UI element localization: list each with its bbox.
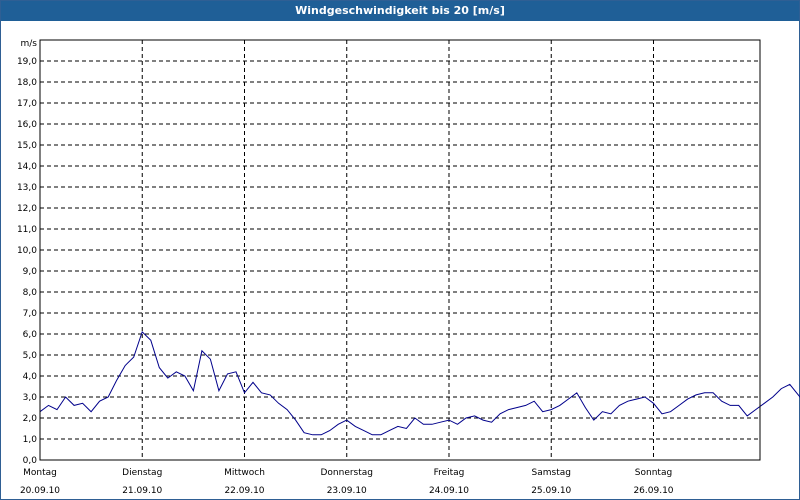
x-date-label: 22.09.10: [224, 486, 264, 496]
y-tick-label: 16,0: [17, 120, 37, 130]
x-date-label: 25.09.10: [531, 486, 571, 496]
y-tick-label: 5,0: [23, 351, 38, 361]
y-tick-label: 3,0: [23, 393, 38, 403]
y-tick-label: 11,0: [17, 225, 37, 235]
line-chart: 0,0 1,0 2,0 3,0 4,0 5,0 6,0 7,0 8,0 9,0 10,0 11,0 12…: [17, 39, 800, 496]
y-tick-label: 2,0: [23, 414, 38, 424]
x-weekday-label: Donnerstag: [320, 468, 373, 478]
x-weekday-label: Dienstag: [122, 468, 162, 478]
y-tick-label: 15,0: [17, 141, 37, 151]
y-tick-label: 18,0: [17, 78, 37, 88]
y-tick-label: 17,0: [17, 99, 37, 109]
x-weekday-label: Sonntag: [635, 468, 672, 478]
y-tick-label: 19,0: [17, 57, 37, 67]
y-tick-label: 8,0: [23, 288, 38, 298]
y-tick-label: 12,0: [17, 204, 37, 214]
y-tick-label: 10,0: [17, 246, 37, 256]
x-date-label: 21.09.10: [122, 486, 162, 496]
y-axis-label: m/s: [21, 39, 38, 49]
y-tick-label: 7,0: [23, 309, 38, 319]
x-date-label: 26.09.10: [633, 486, 673, 496]
x-weekday-label: Samstag: [532, 468, 571, 478]
x-date-label: 23.09.10: [327, 486, 367, 496]
y-tick-label: 9,0: [23, 267, 38, 277]
x-date-label: 20.09.10: [20, 486, 60, 496]
x-date-label: 24.09.10: [429, 486, 469, 496]
x-weekday-label: Mittwoch: [224, 468, 265, 478]
y-tick-label: 6,0: [23, 330, 38, 340]
x-weekday-label: Freitag: [434, 468, 465, 478]
wind-speed-line: [39, 330, 800, 436]
x-weekday-label: Montag: [23, 468, 57, 478]
y-tick-label: 13,0: [17, 183, 37, 193]
y-tick-label: 0,0: [23, 456, 38, 466]
y-tick-label: 14,0: [17, 162, 37, 172]
y-tick-label: 1,0: [23, 435, 38, 445]
y-tick-label: 4,0: [23, 372, 38, 382]
